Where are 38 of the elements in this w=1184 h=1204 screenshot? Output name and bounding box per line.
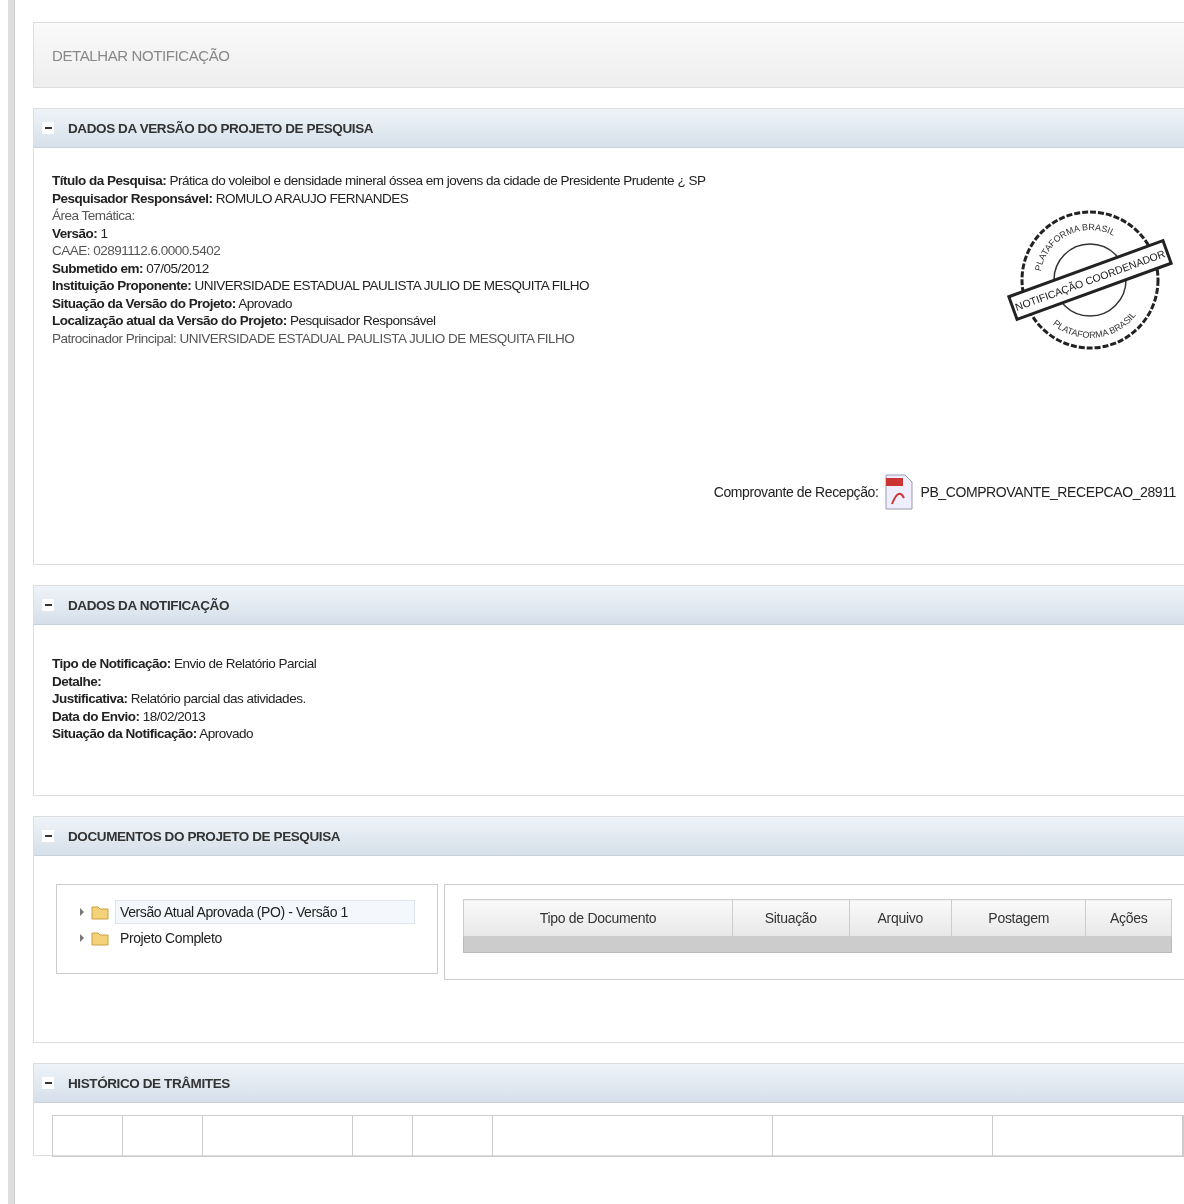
field-line: Data do Envio: 18/02/2013 <box>52 707 206 725</box>
field-line: Localização atual da Versão do Projeto: Pesquisador Responsável <box>52 312 436 330</box>
tree-item[interactable]: Versão Atual Aprovada (PO) - Versão 1 <box>115 900 415 924</box>
collapse-toggle[interactable] <box>42 122 54 134</box>
receipt-file-link[interactable]: PB_COMPROVANTE_RECEPCAO_28911 <box>920 484 1176 500</box>
page-title: DETALHAR NOTIFICAÇÃO <box>52 46 230 64</box>
caret-right-icon[interactable] <box>79 908 85 916</box>
field-line: Patrocinador Principal: UNIVERSIDADE ESTADUAL PAULISTA JULIO DE MESQUITA FILHO <box>52 329 575 347</box>
folder-icon <box>91 904 109 920</box>
receipt-label: Comprovante de Recepção: <box>713 484 879 500</box>
column-header: Situação <box>732 899 850 937</box>
field-line: Tipo de Notificação: Envio de Relatório Parcial <box>52 655 317 673</box>
field-line: Situação da Notificação: Aprovado <box>52 725 254 743</box>
section-title: HISTÓRICO DE TRÂMITES <box>68 1075 230 1091</box>
field-line: Versão: 1 <box>52 224 108 242</box>
section-title: DADOS DA NOTIFICAÇÃO <box>68 597 229 613</box>
section-title: DADOS DA VERSÃO DO PROJETO DE PESQUISA <box>68 120 374 136</box>
field-line: Situação da Versão do Projeto: Aprovado <box>52 294 293 312</box>
caret-right-icon[interactable] <box>79 934 85 942</box>
column-header: Tipo de Documento <box>463 899 733 937</box>
field-line: CAAE: 02891112.6.0000.5402 <box>52 242 221 260</box>
field-line: Justificativa: Relatório parcial das atividades. <box>52 690 306 708</box>
section-title: DOCUMENTOS DO PROJETO DE PESQUISA <box>68 828 341 844</box>
field-line: Pesquisador Responsável: ROMULO ARAUJO FERNANDES <box>52 189 409 207</box>
column-header: Postagem <box>951 899 1086 937</box>
column-header: Ações <box>1086 899 1172 937</box>
collapse-toggle[interactable] <box>42 1077 54 1089</box>
field-line: Instituição Proponente: UNIVERSIDADE ESTADUAL PAULISTA JULIO DE MESQUITA FILHO <box>52 277 590 295</box>
field-line: Detalhe: <box>52 672 102 690</box>
field-line: Submetido em: 07/05/2012 <box>52 259 209 277</box>
collapse-toggle[interactable] <box>42 599 54 611</box>
folder-icon <box>91 930 109 946</box>
tree-item[interactable]: Projeto Completo <box>115 926 227 950</box>
pdf-file-icon <box>884 474 915 510</box>
column-header: Arquivo <box>849 899 952 937</box>
field-line: Área Temática: <box>52 207 135 225</box>
field-line: Título da Pesquisa: Prática do voleibol e densidade mineral óssea em jovens da cidade de Presidente Prudente ¿ SP <box>52 172 706 190</box>
collapse-toggle[interactable] <box>42 830 54 842</box>
